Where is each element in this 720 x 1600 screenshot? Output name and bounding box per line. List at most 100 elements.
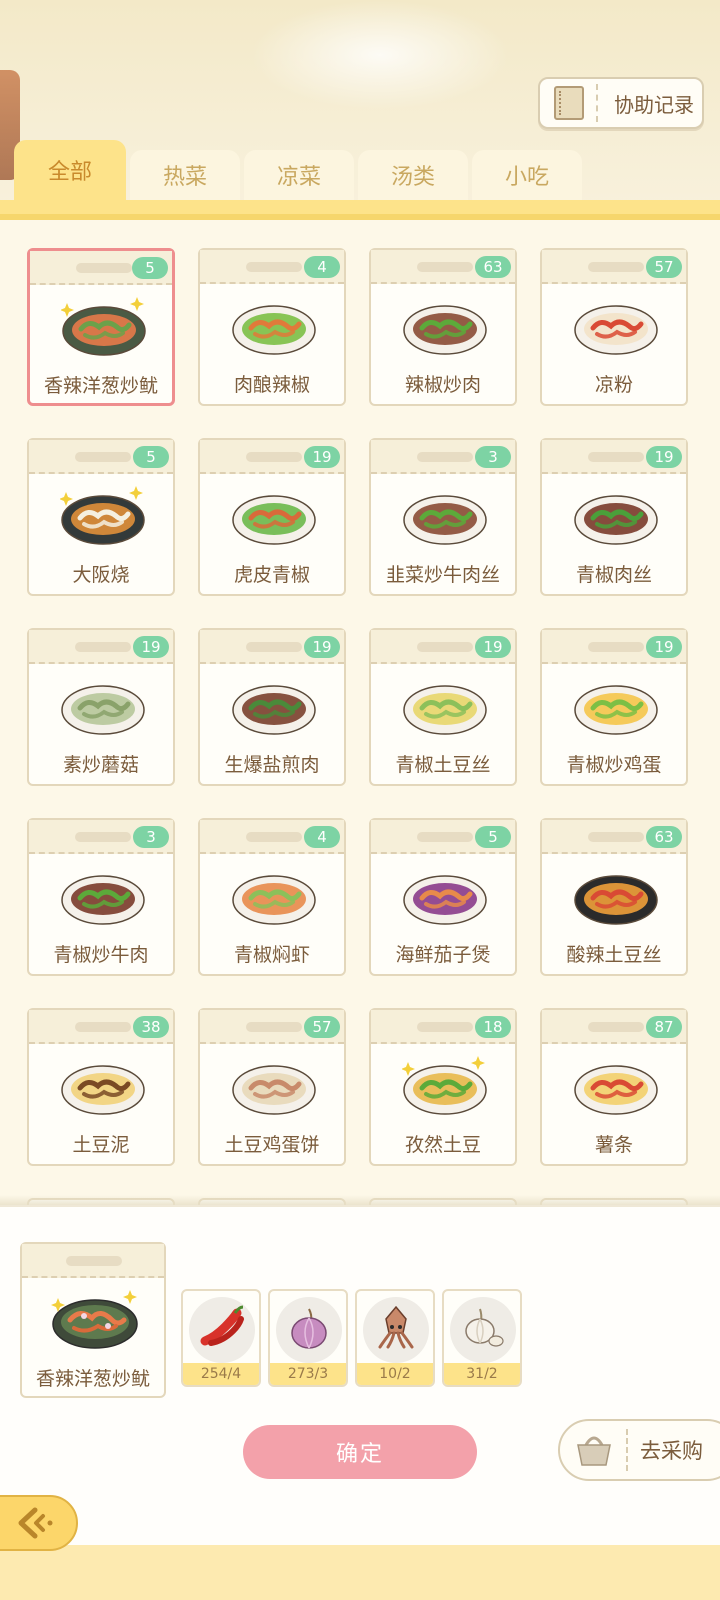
dish-card[interactable]: 5 香辣洋葱炒鱿 [27,248,175,406]
dish-card[interactable]: 4 青椒焖虾 [198,818,346,976]
dish-image [402,1056,487,1115]
dish-card[interactable]: 19 生爆盐煎肉 [198,628,346,786]
divider [596,84,598,122]
dish-card[interactable]: 5 海鲜茄子煲 [369,818,517,976]
dish-card[interactable]: 87 薯条 [540,1008,688,1166]
dish-name: 虎皮青椒 [233,564,310,586]
dish-name: 青椒肉丝 [575,564,652,586]
dish-card[interactable]: 63 辣椒炒肉 [369,248,517,406]
dish-card[interactable]: 18 孜然土豆 [369,1008,517,1166]
dish-image [574,685,658,735]
dish-count-badge: 3 [475,446,511,468]
ingredient-quantity: 273/3 [270,1363,346,1385]
tab-all[interactable]: 全部 [14,140,126,200]
dish-count-badge: 18 [475,1016,511,1038]
dish-name: 酸辣土豆丝 [566,944,662,966]
dish-count-badge: 5 [132,257,168,279]
dish-name: 孜然土豆 [404,1134,481,1156]
chili-icon [200,1305,244,1346]
dish-name: 素炒蘑菇 [62,754,139,776]
assist-record-label: 协助记录 [614,92,694,117]
dish-card[interactable]: 19 青椒土豆丝 [369,628,517,786]
dish-image [232,305,316,355]
tab-cold-dishes[interactable]: 凉菜 [244,150,354,200]
dish-count-badge: 19 [646,636,682,658]
dish-count-badge: 63 [475,256,511,278]
dish-image [403,685,487,735]
tab-underline [0,200,720,220]
dish-count-badge: 19 [133,636,169,658]
dish-name: 海鲜茄子煲 [395,944,491,966]
dish-grid[interactable]: 5 香辣洋葱炒鱿 4 肉酿辣椒 63 辣椒炒肉 57 凉粉 5 大阪烧 19 虎皮青椒 3 韭菜炒牛肉丝 1… [0,220,720,1205]
dish-card[interactable]: 57 土豆鸡蛋饼 [198,1008,346,1166]
dish-name: 青椒焖虾 [233,944,310,966]
category-tabs: 全部 热菜 凉菜 汤类 小吃 [14,140,714,200]
dish-name: 香辣洋葱炒鱿 [43,375,158,397]
dish-image [574,495,658,545]
assist-record-button[interactable]: 协助记录 [538,77,704,129]
dish-image [403,495,487,545]
go-purchase-button[interactable]: 去采购 [558,1419,720,1481]
selected-dish-card: 香辣洋葱炒鱿 [20,1242,166,1398]
tab-soups[interactable]: 汤类 [358,150,468,200]
dish-card[interactable]: 19 青椒肉丝 [540,438,688,596]
dish-card[interactable]: 19 青椒炒鸡蛋 [540,628,688,786]
back-button[interactable] [0,1495,78,1551]
notebook-icon [554,86,584,120]
tab-hot-dishes[interactable]: 热菜 [130,150,240,200]
bottom-bar [0,1545,720,1600]
selected-dish-name: 香辣洋葱炒鱿 [35,1368,150,1390]
dish-card[interactable]: 19 素炒蘑菇 [27,628,175,786]
dish-name: 青椒炒牛肉 [53,944,149,966]
dish-image [232,875,316,925]
dish-card[interactable]: 57 凉粉 [540,248,688,406]
dish-card[interactable]: 3 青椒炒牛肉 [27,818,175,976]
dish-name: 辣椒炒肉 [404,374,481,396]
dish-count-badge: 3 [133,826,169,848]
dish-name: 肉酿辣椒 [233,374,310,396]
dish-name: 土豆鸡蛋饼 [224,1134,320,1156]
dish-image [232,495,316,545]
dish-count-badge: 63 [646,826,682,848]
dish-name: 凉粉 [594,374,633,396]
dish-name: 青椒土豆丝 [395,754,491,776]
dish-name: 大阪烧 [72,564,130,586]
dish-count-badge: 57 [646,256,682,278]
dish-count-badge: 87 [646,1016,682,1038]
dish-image [61,875,145,925]
dish-image [232,1065,316,1115]
dish-name: 青椒炒鸡蛋 [566,754,662,776]
ingredient-slot[interactable]: 31/2 [442,1289,522,1387]
dish-count-badge: 57 [304,1016,340,1038]
squid-icon [378,1305,414,1349]
ingredient-slot[interactable]: 10/2 [355,1289,435,1387]
dish-card[interactable]: 63 酸辣土豆丝 [540,818,688,976]
dish-image [61,685,145,735]
dish-image [61,297,146,356]
dish-name: 韭菜炒牛肉丝 [385,564,500,586]
go-purchase-label: 去采购 [640,1439,703,1463]
dish-count-badge: 5 [133,446,169,468]
dish-card[interactable]: 5 大阪烧 [27,438,175,596]
dish-card[interactable]: 19 虎皮青椒 [198,438,346,596]
card-header [22,1244,164,1278]
confirm-button[interactable]: 确定 [243,1425,477,1479]
dish-name: 薯条 [594,1134,633,1156]
onion-icon [291,1308,327,1349]
dish-count-badge: 19 [304,636,340,658]
dish-card[interactable]: 4 肉酿辣椒 [198,248,346,406]
dish-count-badge: 19 [304,446,340,468]
ingredient-slot[interactable]: 254/4 [181,1289,261,1387]
dish-name: 生爆盐煎肉 [224,754,320,776]
dish-card[interactable]: 38 土豆泥 [27,1008,175,1166]
ingredient-slot[interactable]: 273/3 [268,1289,348,1387]
garlic-icon [465,1308,504,1347]
ingredient-quantity: 254/4 [183,1363,259,1385]
dish-image [574,875,658,925]
dish-card[interactable]: 3 韭菜炒牛肉丝 [369,438,517,596]
ingredient-quantity: 31/2 [444,1363,520,1385]
dish-count-badge: 4 [304,256,340,278]
back-arrow-icon [18,1507,53,1539]
tab-snacks[interactable]: 小吃 [472,150,582,200]
dish-image [60,486,145,545]
